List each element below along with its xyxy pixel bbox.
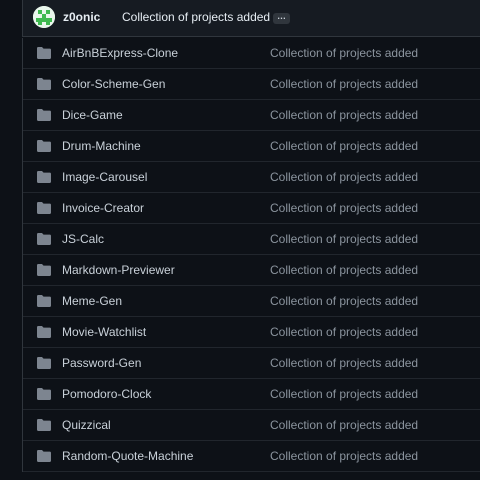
- file-row[interactable]: Invoice-Creator Collection of projects ad…: [23, 193, 480, 224]
- file-name-link[interactable]: Drum-Machine: [62, 139, 141, 153]
- file-name-link[interactable]: Random-Quote-Machine: [62, 449, 193, 463]
- file-commit-message-link[interactable]: Collection of projects added: [270, 139, 418, 153]
- file-row[interactable]: Color-Scheme-Gen Collection of projects a…: [23, 69, 480, 100]
- commit-message-link[interactable]: Collection of projects added: [122, 10, 270, 24]
- folder-icon: [37, 109, 51, 121]
- file-commit-message-link[interactable]: Collection of projects added: [270, 325, 418, 339]
- file-row[interactable]: Dice-Game Collection of projects added: [23, 100, 480, 131]
- file-name-link[interactable]: Password-Gen: [62, 356, 141, 370]
- file-name-link[interactable]: Movie-Watchlist: [62, 325, 146, 339]
- file-row[interactable]: Movie-Watchlist Collection of projects ad…: [23, 317, 480, 348]
- folder-icon: [37, 450, 51, 462]
- folder-icon: [37, 78, 51, 90]
- avatar[interactable]: [33, 6, 55, 28]
- folder-icon: [37, 47, 51, 59]
- folder-icon: [37, 326, 51, 338]
- file-name-link[interactable]: Image-Carousel: [62, 170, 147, 184]
- file-commit-message-link[interactable]: Collection of projects added: [270, 232, 418, 246]
- file-row[interactable]: Quizzical Collection of projects added: [23, 410, 480, 441]
- repo-file-browser: z0onic Collection of projects added … Ai…: [0, 0, 480, 480]
- file-name-link[interactable]: Meme-Gen: [62, 294, 122, 308]
- file-commit-message-link[interactable]: Collection of projects added: [270, 201, 418, 215]
- folder-icon: [37, 233, 51, 245]
- file-commit-message-link[interactable]: Collection of projects added: [270, 418, 418, 432]
- folder-icon: [37, 202, 51, 214]
- commit-author-link[interactable]: z0onic: [63, 10, 100, 24]
- file-name-link[interactable]: Invoice-Creator: [62, 201, 144, 215]
- file-row[interactable]: Random-Quote-Machine Collection of projec…: [23, 441, 480, 472]
- folder-icon: [37, 171, 51, 183]
- file-commit-message-link[interactable]: Collection of projects added: [270, 170, 418, 184]
- folder-icon: [37, 140, 51, 152]
- folder-icon: [37, 419, 51, 431]
- file-row[interactable]: AirBnBExpress-Clone Collection of project…: [23, 38, 480, 69]
- file-commit-message-link[interactable]: Collection of projects added: [270, 263, 418, 277]
- latest-commit-bar: z0onic Collection of projects added …: [22, 0, 480, 37]
- file-commit-message-link[interactable]: Collection of projects added: [270, 449, 418, 463]
- file-commit-message-link[interactable]: Collection of projects added: [270, 108, 418, 122]
- file-row[interactable]: Password-Gen Collection of projects added: [23, 348, 480, 379]
- folder-icon: [37, 388, 51, 400]
- file-commit-message-link[interactable]: Collection of projects added: [270, 356, 418, 370]
- file-commit-message-link[interactable]: Collection of projects added: [270, 387, 418, 401]
- file-row[interactable]: Markdown-Previewer Collection of projects…: [23, 255, 480, 286]
- folder-icon: [37, 357, 51, 369]
- folder-icon: [37, 264, 51, 276]
- file-name-link[interactable]: Pomodoro-Clock: [62, 387, 151, 401]
- file-name-link[interactable]: JS-Calc: [62, 232, 104, 246]
- file-row[interactable]: Meme-Gen Collection of projects added: [23, 286, 480, 317]
- file-name-link[interactable]: Quizzical: [62, 418, 111, 432]
- file-commit-message-link[interactable]: Collection of projects added: [270, 77, 418, 91]
- file-row[interactable]: Pomodoro-Clock Collection of projects add…: [23, 379, 480, 410]
- file-commit-message-link[interactable]: Collection of projects added: [270, 46, 418, 60]
- file-row[interactable]: Image-Carousel Collection of projects add…: [23, 162, 480, 193]
- expand-commit-message-button[interactable]: …: [273, 12, 290, 24]
- folder-icon: [37, 295, 51, 307]
- file-row[interactable]: JS-Calc Collection of projects added: [23, 224, 480, 255]
- file-row[interactable]: Drum-Machine Collection of projects added: [23, 131, 480, 162]
- file-commit-message-link[interactable]: Collection of projects added: [270, 294, 418, 308]
- file-list: AirBnBExpress-Clone Collection of project…: [22, 38, 480, 472]
- file-name-link[interactable]: Markdown-Previewer: [62, 263, 175, 277]
- file-name-link[interactable]: AirBnBExpress-Clone: [62, 46, 178, 60]
- file-name-link[interactable]: Dice-Game: [62, 108, 123, 122]
- file-name-link[interactable]: Color-Scheme-Gen: [62, 77, 165, 91]
